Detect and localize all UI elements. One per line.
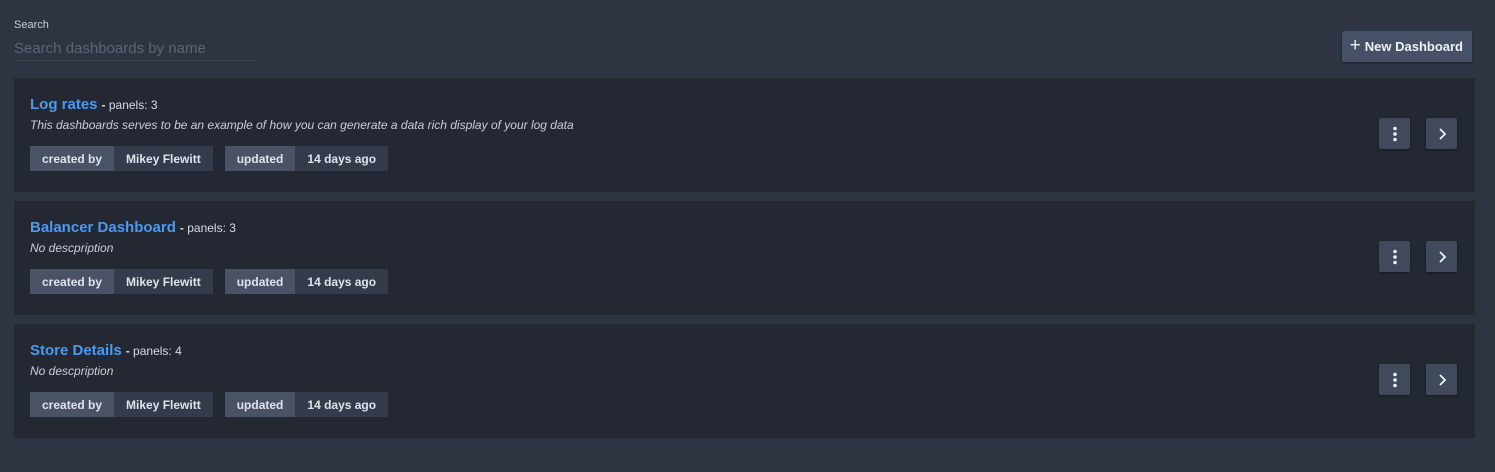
- created-by-tag: created by Mikey Flewitt: [30, 392, 213, 417]
- plus-icon: +: [1349, 35, 1361, 56]
- open-dashboard-button[interactable]: [1426, 118, 1457, 149]
- search-input[interactable]: [14, 36, 257, 61]
- card-actions: [1379, 364, 1457, 395]
- metadata-tags: created by Mikey Flewitt updated 14 days…: [30, 269, 400, 294]
- dashboard-description: This dashboards serves to be an example …: [30, 118, 574, 132]
- new-dashboard-button[interactable]: + New Dashboard: [1341, 31, 1472, 62]
- updated-label: updated: [224, 392, 296, 417]
- title-separator: -: [101, 98, 106, 112]
- dashboard-description: No descpription: [30, 364, 114, 378]
- created-by-label: created by: [30, 269, 115, 294]
- updated-value: 14 days ago: [295, 146, 389, 171]
- open-dashboard-button[interactable]: [1426, 241, 1457, 272]
- more-vertical-icon: [1392, 126, 1397, 141]
- metadata-tags: created by Mikey Flewitt updated 14 days…: [30, 392, 400, 417]
- panels-count: - panels: 4: [126, 344, 182, 358]
- updated-value: 14 days ago: [295, 392, 389, 417]
- panels-label: panels:: [187, 221, 226, 235]
- card-title-row: Store Details - panels: 4: [30, 342, 182, 359]
- card-title-row: Balancer Dashboard - panels: 3: [30, 219, 236, 236]
- created-by-value: Mikey Flewitt: [114, 146, 213, 171]
- dashboard-menu-button[interactable]: [1379, 241, 1410, 272]
- dashboard-title-link[interactable]: Store Details: [30, 342, 122, 359]
- more-vertical-icon: [1392, 372, 1397, 387]
- panels-value: 3: [229, 221, 236, 235]
- panels-count: - panels: 3: [180, 221, 236, 235]
- created-by-value: Mikey Flewitt: [114, 269, 213, 294]
- panels-value: 3: [150, 98, 158, 112]
- top-bar: Search + New Dashboard: [14, 18, 1473, 62]
- metadata-tags: created by Mikey Flewitt updated 14 days…: [30, 146, 400, 171]
- dashboard-card: Balancer Dashboard - panels: 3 No descpr…: [14, 201, 1475, 315]
- dashboard-card: Store Details - panels: 4 No descpriptio…: [14, 324, 1475, 438]
- card-title-row: Log rates - panels: 3: [30, 96, 158, 113]
- created-by-label: created by: [30, 146, 115, 171]
- updated-label: updated: [224, 146, 296, 171]
- dashboard-card: Log rates - panels: 3 This dashboards se…: [14, 78, 1475, 192]
- search-label: Search: [14, 19, 49, 31]
- updated-tag: updated 14 days ago: [224, 269, 389, 294]
- dashboard-title-link[interactable]: Balancer Dashboard: [30, 219, 176, 236]
- card-actions: [1379, 118, 1457, 149]
- chevron-right-icon: [1438, 250, 1446, 263]
- more-vertical-icon: [1392, 249, 1397, 264]
- updated-label: updated: [224, 269, 296, 294]
- dashboard-title-link[interactable]: Log rates: [30, 96, 98, 113]
- updated-value: 14 days ago: [295, 269, 389, 294]
- new-dashboard-label: New Dashboard: [1364, 39, 1463, 54]
- chevron-right-icon: [1438, 373, 1446, 386]
- dashboard-menu-button[interactable]: [1379, 364, 1410, 395]
- created-by-tag: created by Mikey Flewitt: [30, 146, 213, 171]
- panels-count: - panels: 3: [102, 98, 158, 112]
- title-separator: -: [179, 221, 184, 235]
- dashboard-menu-button[interactable]: [1379, 118, 1410, 149]
- title-separator: -: [125, 344, 130, 358]
- created-by-tag: created by Mikey Flewitt: [30, 269, 213, 294]
- chevron-right-icon: [1438, 127, 1446, 140]
- open-dashboard-button[interactable]: [1426, 364, 1457, 395]
- panels-label: panels:: [108, 98, 148, 112]
- panels-value: 4: [175, 344, 182, 358]
- created-by-value: Mikey Flewitt: [114, 392, 213, 417]
- updated-tag: updated 14 days ago: [224, 392, 389, 417]
- card-actions: [1379, 241, 1457, 272]
- updated-tag: updated 14 days ago: [224, 146, 389, 171]
- created-by-label: created by: [30, 392, 115, 417]
- dashboard-description: No descpription: [30, 241, 114, 255]
- panels-label: panels:: [133, 344, 172, 358]
